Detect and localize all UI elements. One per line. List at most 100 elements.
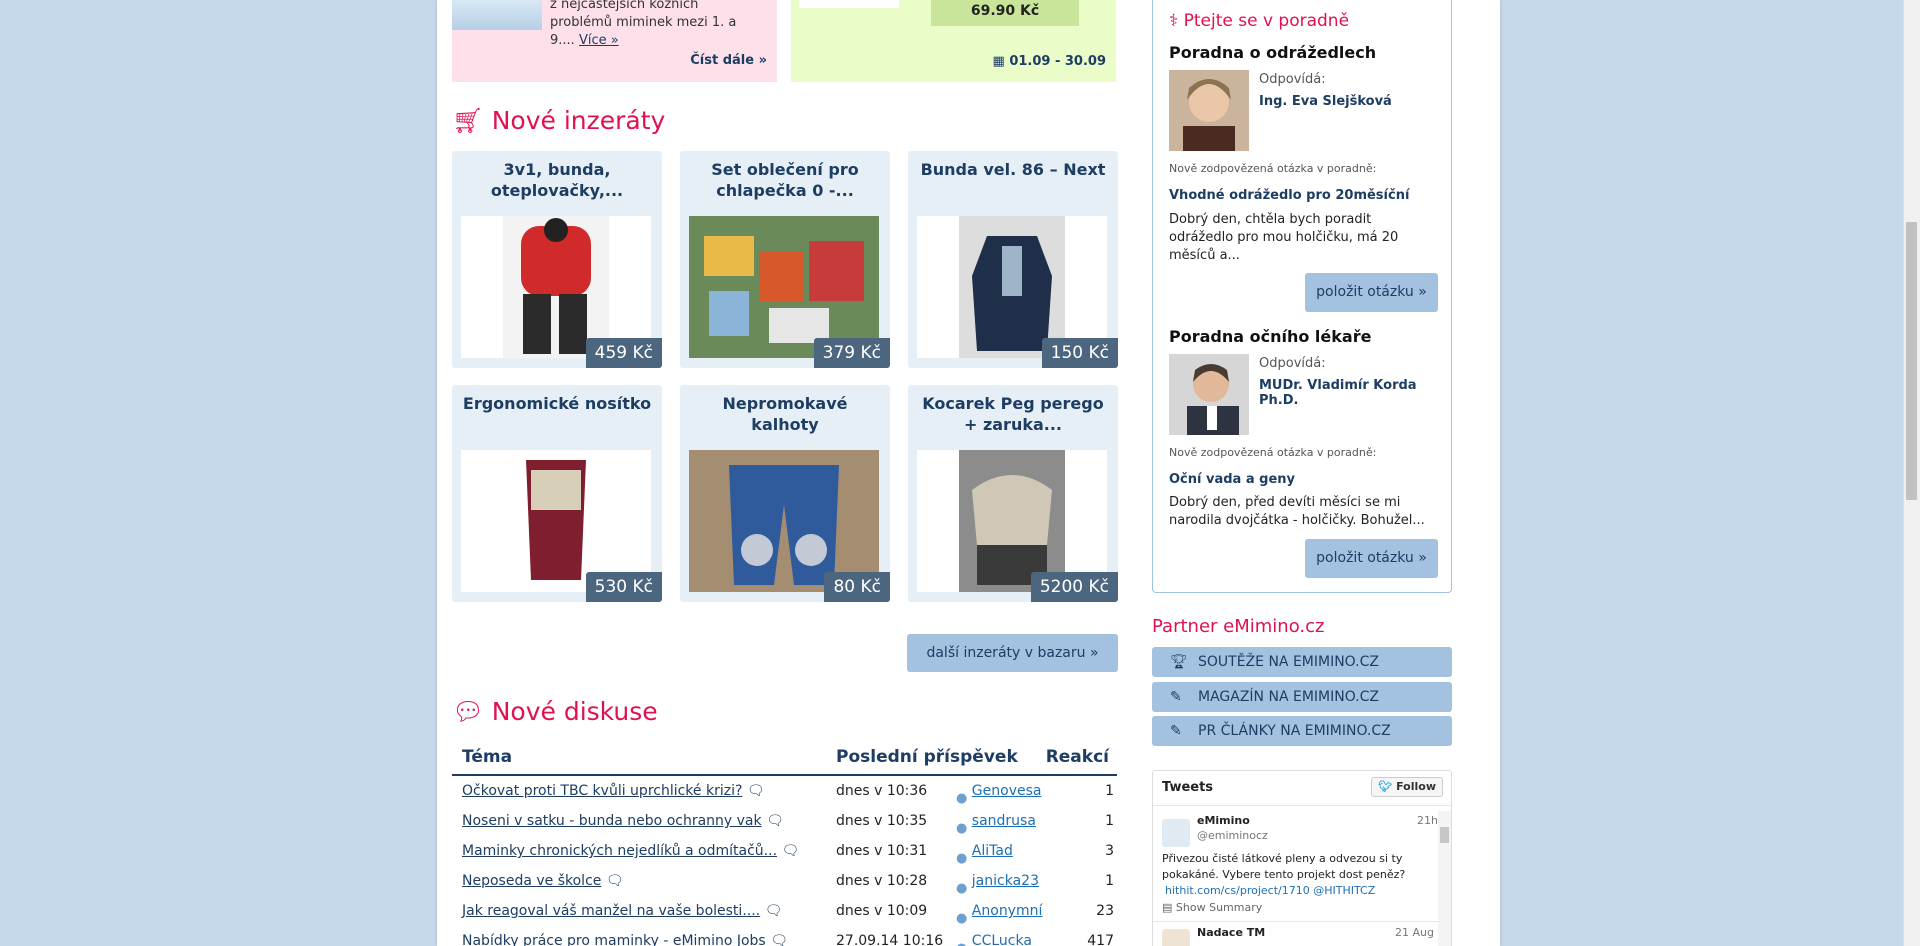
tweet-age: 21h <box>1417 814 1438 827</box>
pencil-icon: ✎ <box>1170 689 1182 705</box>
page-scrollbar[interactable] <box>1903 0 1920 946</box>
discussions-heading: 💬︎ Nové diskuse <box>452 697 658 727</box>
post-time: dnes v 10:28 <box>836 873 928 889</box>
comments-icon: 🗨︎ <box>746 783 765 799</box>
ad-price: 459 Kč <box>585 338 662 368</box>
table-row[interactable]: Očkovat proti TBC kvůli uprchlické krizi… <box>462 776 1114 806</box>
ad-title[interactable]: Ergonomické nosítko <box>452 385 662 449</box>
answers-label: Odpovídá: <box>1259 356 1326 371</box>
advice-section-title: Poradna očního lékaře <box>1169 327 1372 346</box>
answered-question-link[interactable]: Oční vada a geny <box>1169 472 1295 487</box>
user-icon: ● <box>956 911 968 926</box>
topic-link[interactable]: Očkovat proti TBC kvůli uprchlické krizi… <box>462 783 742 799</box>
user-link[interactable]: sandrusa <box>972 813 1036 829</box>
ad-listing[interactable]: Set oblečení pro chlapečka 0 -... 379 Kč <box>680 151 890 368</box>
article-thumbnail <box>452 0 542 30</box>
post-time: 27.09.14 10:16 <box>836 933 944 946</box>
ad-photo[interactable] <box>461 216 651 358</box>
tweet-scroll-thumb[interactable] <box>1440 827 1449 843</box>
partner-link-label: MAGAZÍN NA EMIMINO.CZ <box>1198 689 1379 705</box>
widget-divider <box>1153 921 1439 922</box>
table-row[interactable]: Noseni v satku - bunda nebo ochranny vak… <box>462 806 1114 836</box>
topic-link[interactable]: Noseni v satku - bunda nebo ochranny vak <box>462 813 762 829</box>
answered-question-link[interactable]: Vhodné odrážedlo pro 20měsíční <box>1169 188 1409 203</box>
col-last-post: Poslední příspěvek <box>836 747 1018 767</box>
user-icon: ● <box>956 851 968 866</box>
user-link[interactable]: Anonymní <box>972 903 1043 919</box>
expert-name: Ing. Eva Slejšková <box>1259 94 1392 109</box>
tweet-link[interactable]: hithit.com/cs/project/1710 @HITHITCZ <box>1165 884 1375 897</box>
user-link[interactable]: AliTad <box>972 843 1013 859</box>
post-time: dnes v 10:09 <box>836 903 928 919</box>
table-row[interactable]: Jak reagoval váš manžel na vaše bolesti.… <box>462 896 1114 926</box>
offer-image <box>799 0 899 8</box>
summary-label: Show Summary <box>1175 901 1263 914</box>
ad-listing[interactable]: Nepromokavé kalhoty 80 Kč <box>680 385 890 602</box>
avatar <box>1162 929 1190 946</box>
teaser-line: z nejčastějších kožních <box>550 0 699 12</box>
tweet-handle[interactable]: @emiminocz <box>1197 829 1268 842</box>
partner-link-magazine[interactable]: ✎ MAGAZÍN NA EMIMINO.CZ <box>1152 682 1452 712</box>
more-ads-button[interactable]: další inzeráty v bazaru » <box>907 634 1118 672</box>
more-link[interactable]: Více » <box>579 33 619 48</box>
read-more-link[interactable]: Číst dále » <box>690 53 767 68</box>
teaser-line: problémů miminek mezi 1. a <box>550 15 737 30</box>
twitter-icon: 🐦︎ <box>1378 780 1393 793</box>
ad-title[interactable]: Kocarek Peg perego + zaruka... <box>908 385 1118 449</box>
ad-listing[interactable]: Kocarek Peg perego + zaruka... 5200 Kč <box>908 385 1118 602</box>
ad-listing[interactable]: 3v1, bunda, oteplovačky,... 459 Kč <box>452 151 662 368</box>
user-icon: ● <box>956 791 968 806</box>
reply-count: 417 <box>1087 933 1114 946</box>
ad-price: 530 Kč <box>585 572 662 602</box>
ad-listing[interactable]: Ergonomické nosítko 530 Kč <box>452 385 662 602</box>
offer-teaser: 69.90 Kč ▦ 01.09 - 30.09 <box>791 0 1116 82</box>
tweet-author[interactable]: Nadace TM <box>1197 926 1265 939</box>
partner-link-label: SOUTĚŽE NA EMIMINO.CZ <box>1198 654 1379 670</box>
follow-button[interactable]: 🐦︎ Follow <box>1371 777 1443 797</box>
user-link[interactable]: CCLucka <box>972 933 1032 946</box>
topic-link[interactable]: Neposeda ve školce <box>462 873 601 889</box>
avatar <box>1169 70 1249 151</box>
expert-name: MUDr. Vladimír Korda Ph.D. <box>1259 378 1417 408</box>
topic-link[interactable]: Maminky chronických nejedlíků a odmítačů… <box>462 843 777 859</box>
topic-link[interactable]: Jak reagoval váš manžel na vaše bolesti.… <box>462 903 760 919</box>
ad-photo[interactable] <box>461 450 651 592</box>
topic-link[interactable]: Nabídky práce pro maminky - eMimino Jobs <box>462 933 766 946</box>
ad-photo[interactable] <box>917 216 1107 358</box>
ask-question-button[interactable]: položit otázku » <box>1305 273 1438 312</box>
trophy-icon: 🏆︎ <box>1170 654 1188 670</box>
ad-photo[interactable] <box>917 450 1107 592</box>
show-summary[interactable]: ▤ Show Summary <box>1162 901 1262 914</box>
ad-title[interactable]: Nepromokavé kalhoty <box>680 385 890 449</box>
article-teaser: z nejčastějších kožních problémů miminek… <box>452 0 777 82</box>
ads-heading-text: Nové inzeráty <box>491 106 666 135</box>
comments-icon: 🗨︎ <box>605 873 624 889</box>
ad-title[interactable]: Bunda vel. 86 – Next <box>908 151 1118 215</box>
partner-link-pr-articles[interactable]: ✎ PR ČLÁNKY NA EMIMINO.CZ <box>1152 716 1452 746</box>
scrollbar-thumb[interactable] <box>1906 222 1917 500</box>
col-topic: Téma <box>462 747 513 767</box>
ask-question-button[interactable]: položit otázku » <box>1305 539 1438 578</box>
partner-heading: Partner eMimino.cz <box>1152 616 1325 637</box>
teaser-line: 9.... <box>550 33 579 48</box>
table-row[interactable]: Maminky chronických nejedlíků a odmítačů… <box>462 836 1114 866</box>
offer-price: 69.90 Kč <box>931 0 1079 26</box>
widget-divider <box>1153 805 1451 806</box>
tweet-author[interactable]: eMimino <box>1197 814 1250 827</box>
ad-title[interactable]: 3v1, bunda, oteplovačky,... <box>452 151 662 215</box>
ad-title[interactable]: Set oblečení pro chlapečka 0 -... <box>680 151 890 215</box>
ad-photo[interactable] <box>689 216 879 358</box>
tweet-scrollbar[interactable] <box>1438 811 1451 946</box>
partner-link-contests[interactable]: 🏆︎ SOUTĚŽE NA EMIMINO.CZ <box>1152 647 1452 677</box>
user-link[interactable]: janicka23 <box>972 873 1039 889</box>
table-row[interactable]: Nabídky práce pro maminky - eMimino Jobs… <box>462 926 1114 946</box>
user-link[interactable]: Genovesa <box>972 783 1042 799</box>
user-icon: ● <box>956 821 968 836</box>
table-row[interactable]: Neposeda ve školce 🗨︎ dnes v 10:28 ● jan… <box>462 866 1114 896</box>
ad-listing[interactable]: Bunda vel. 86 – Next 150 Kč <box>908 151 1118 368</box>
ad-photo[interactable] <box>689 450 879 592</box>
post-time: dnes v 10:35 <box>836 813 928 829</box>
offer-dates: 01.09 - 30.09 <box>1009 54 1106 69</box>
tweet-age: 21 Aug <box>1395 926 1434 939</box>
new-answer-label: Nově zodpovězená otázka v poradně: <box>1169 446 1377 459</box>
